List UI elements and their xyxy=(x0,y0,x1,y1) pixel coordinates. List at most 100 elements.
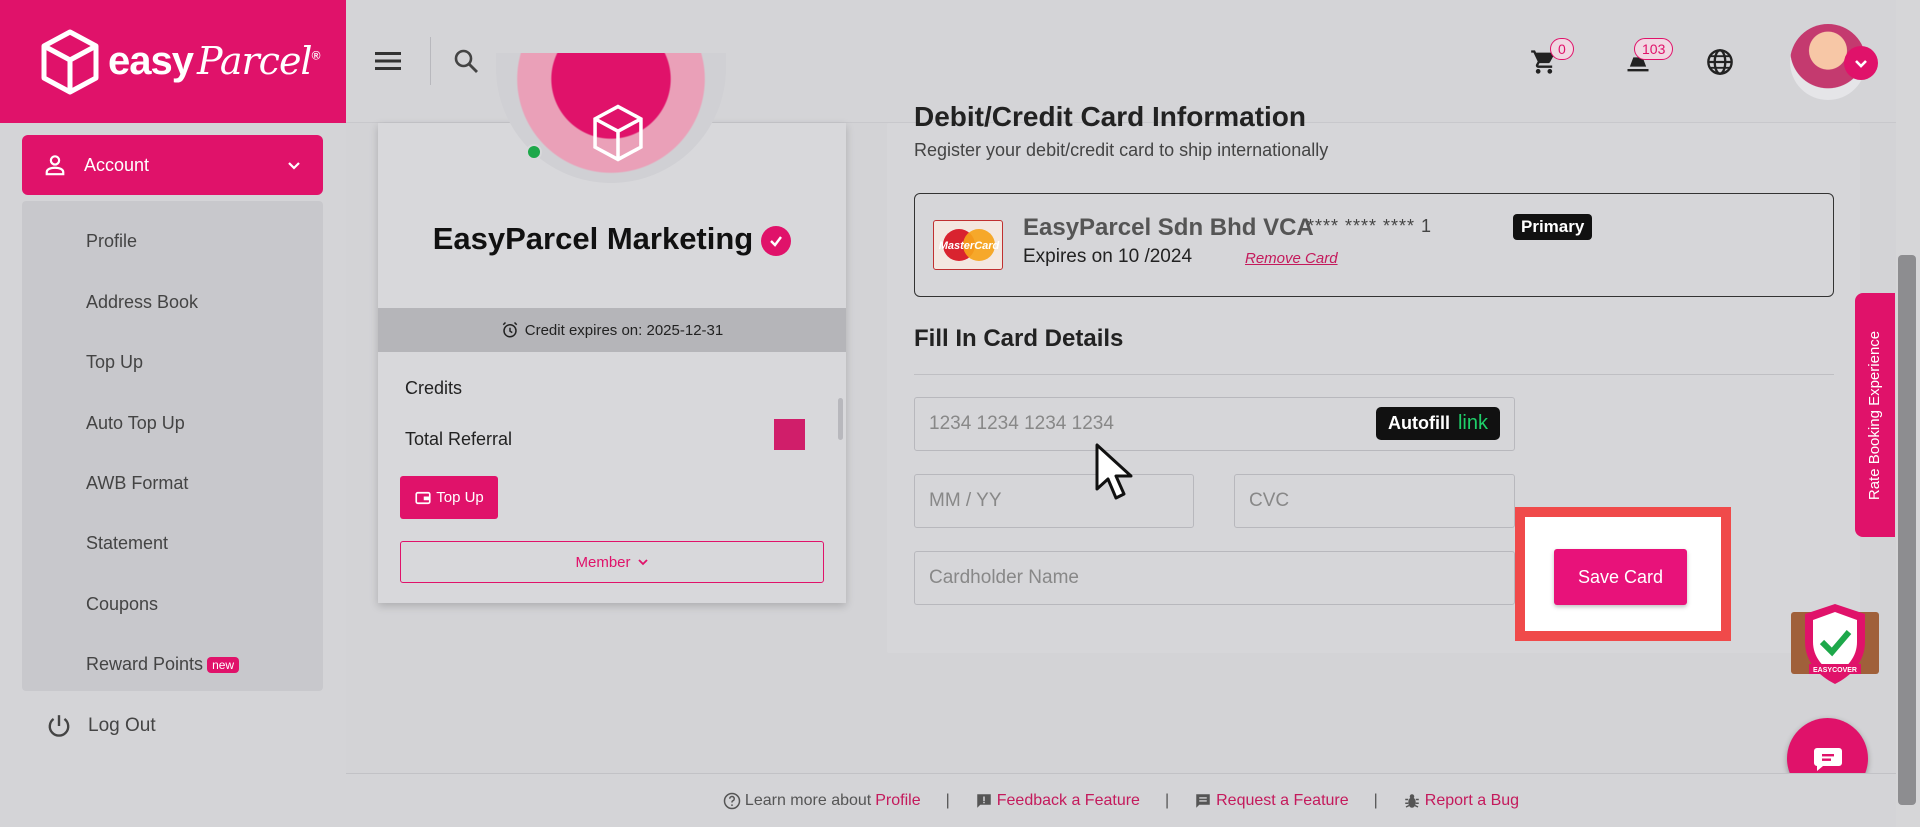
brand-script: Parcel xyxy=(196,39,313,83)
sidebar-item-top-up[interactable]: Top Up xyxy=(86,352,143,373)
sidebar-item-label: Address Book xyxy=(86,292,199,312)
cardholder-name-field[interactable] xyxy=(914,551,1515,605)
sidebar-item-label: Profile xyxy=(86,231,138,251)
autofill-label: Autofill xyxy=(1388,413,1450,433)
chevron-down-icon xyxy=(1855,59,1867,68)
scrollbar-thumb[interactable] xyxy=(1898,255,1916,805)
top-up-label: Top Up xyxy=(436,489,484,506)
footer-separator: | xyxy=(1373,791,1378,809)
sidebar-item-label: Reward Points xyxy=(86,654,204,674)
power-icon xyxy=(48,715,70,737)
sidebar-item-awb-format[interactable]: AWB Format xyxy=(86,473,188,494)
request-link[interactable]: Request a Feature xyxy=(1216,792,1349,810)
sidebar-item-reward-points[interactable]: Reward Points new xyxy=(86,654,240,675)
account-submenu: Profile Address Book Top Up Auto Top Up … xyxy=(22,201,323,691)
credits-label: Credits xyxy=(405,378,463,398)
cube-logo-icon xyxy=(41,29,99,94)
sidebar-account-toggle[interactable]: Account xyxy=(22,135,323,195)
chat-bubble-icon xyxy=(1813,747,1842,771)
cart-count-badge: 0 xyxy=(1550,37,1574,60)
sidebar-item-label: AWB Format xyxy=(86,473,189,493)
card-holder-name: EasyParcel Sdn Bhd VCA xyxy=(1023,214,1314,241)
footer: Learn more about Profile | Feedback a Fe… xyxy=(346,773,1896,827)
logout-label: Log Out xyxy=(88,715,156,736)
footer-bug[interactable]: Report a Bug xyxy=(1403,792,1519,810)
saved-card: MasterCard EasyParcel Sdn Bhd VCA **** *… xyxy=(914,193,1834,297)
footer-request[interactable]: Request a Feature xyxy=(1194,792,1349,810)
easycover-badge[interactable]: EASYCOVER xyxy=(1789,600,1881,688)
member-dropdown[interactable]: Member xyxy=(400,541,824,583)
footer-separator: | xyxy=(1164,791,1170,809)
footer-separator: | xyxy=(945,791,950,809)
bug-link[interactable]: Report a Bug xyxy=(1425,792,1519,810)
verified-icon xyxy=(761,225,792,256)
expiry-input[interactable] xyxy=(929,490,1193,512)
globe-icon xyxy=(1707,48,1733,75)
logout-button[interactable]: Log Out xyxy=(46,713,156,739)
topbar-divider xyxy=(430,37,431,85)
new-badge: new xyxy=(207,656,240,673)
learn-profile-link[interactable]: Profile xyxy=(875,792,920,810)
cart-button[interactable]: 0 xyxy=(1514,32,1574,92)
cvc-field[interactable] xyxy=(1234,474,1515,528)
mouse-cursor-icon xyxy=(1095,443,1133,500)
sidebar-item-label: Statement xyxy=(86,533,169,553)
hamburger-menu-button[interactable] xyxy=(346,0,430,123)
top-up-button[interactable]: Top Up xyxy=(400,476,498,519)
cardholder-name-input[interactable] xyxy=(929,567,1514,589)
hamburger-icon xyxy=(375,52,401,70)
alarm-clock-icon xyxy=(502,321,518,338)
chevron-down-icon xyxy=(637,559,648,566)
save-card-button[interactable]: Save Card xyxy=(1554,549,1687,605)
referral-indicator xyxy=(774,419,805,450)
notifications-button[interactable]: 103 xyxy=(1608,32,1674,92)
profile-name: EasyParcel Marketing xyxy=(378,221,846,257)
wallet-icon xyxy=(415,491,431,504)
rate-tab-label: Rate Booking Experience xyxy=(1866,330,1884,500)
topbar-actions: 0 103 xyxy=(1514,0,1896,123)
user-avatar[interactable] xyxy=(1790,23,1878,100)
feedback-link[interactable]: Feedback a Feature xyxy=(997,792,1140,810)
primary-badge: Primary xyxy=(1513,214,1593,240)
brand-wordmark: easy Parcel® xyxy=(108,39,321,84)
mastercard-icon: MasterCard xyxy=(933,220,1003,270)
brand-name: easy xyxy=(108,39,194,83)
brand-reg: ® xyxy=(311,48,321,63)
card-scroll-stub xyxy=(838,398,843,440)
sidebar-item-profile[interactable]: Profile xyxy=(86,231,137,252)
sidebar-item-statement[interactable]: Statement xyxy=(86,533,168,554)
search-icon[interactable] xyxy=(453,48,479,74)
autofill-link-button[interactable]: Autofill link xyxy=(1376,407,1500,440)
card-expiry: Expires on 10 /2024 xyxy=(1023,246,1193,267)
section-divider xyxy=(914,374,1834,375)
card-info-subtitle: Register your debit/credit card to ship … xyxy=(914,140,1329,160)
profile-card: EasyParcel Marketing Credit expires on: … xyxy=(378,53,846,603)
brand-logo[interactable]: easy Parcel® xyxy=(0,0,346,123)
chevron-down-icon xyxy=(288,162,300,170)
request-icon xyxy=(1196,793,1210,808)
rate-booking-experience-tab[interactable]: Rate Booking Experience xyxy=(1855,293,1895,537)
bug-icon xyxy=(1405,793,1419,808)
language-button[interactable] xyxy=(1690,32,1750,92)
help-circle-icon xyxy=(723,792,741,809)
person-icon xyxy=(45,155,65,176)
card-number-field[interactable]: Autofill link xyxy=(914,397,1515,451)
total-referral-label: Total Referral xyxy=(405,429,513,449)
expiry-field[interactable] xyxy=(914,474,1194,528)
footer-feedback[interactable]: Feedback a Feature xyxy=(975,792,1140,810)
sidebar-item-auto-top-up[interactable]: Auto Top Up xyxy=(86,413,185,434)
box-icon xyxy=(593,104,643,162)
feedback-icon xyxy=(977,793,991,808)
avatar-dropdown-button[interactable] xyxy=(1844,45,1878,80)
sidebar-item-address-book[interactable]: Address Book xyxy=(86,292,198,313)
footer-learn-more: Learn more about Profile xyxy=(723,792,921,810)
shield-check-icon: EASYCOVER xyxy=(1791,604,1879,684)
profile-avatar xyxy=(496,53,726,183)
easycover-text: EASYCOVER xyxy=(1813,667,1857,674)
remove-card-link[interactable]: Remove Card xyxy=(1245,250,1338,267)
learn-more-text: Learn more about xyxy=(744,791,872,809)
sidebar-item-coupons[interactable]: Coupons xyxy=(86,594,158,615)
online-status-dot xyxy=(526,144,542,160)
cvc-input[interactable] xyxy=(1249,490,1514,512)
member-label: Member xyxy=(575,553,631,571)
